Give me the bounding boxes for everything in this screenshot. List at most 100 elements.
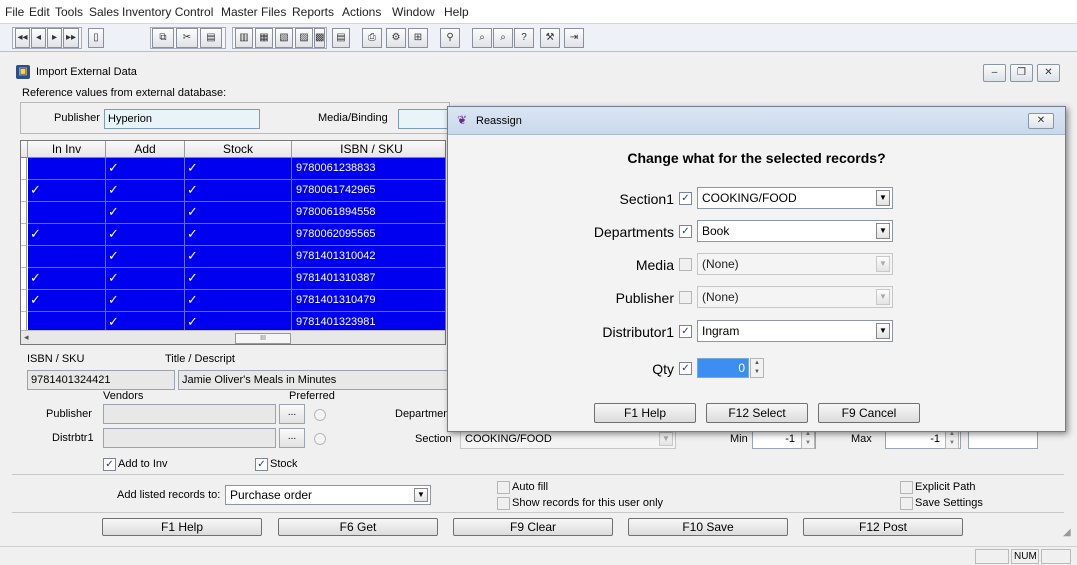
cell-isbn[interactable]: 9781401310387 <box>292 268 445 290</box>
report-view-icon[interactable]: ▨ <box>295 28 313 48</box>
cell-add[interactable]: ✓ <box>106 158 185 180</box>
table-row[interactable]: ✓ ✓ ✓ 9781401310479 <box>21 290 445 312</box>
qty-checkbox[interactable]: ✓ <box>679 362 692 375</box>
dialog-help-button[interactable]: F1 Help <box>594 403 696 423</box>
cell-in-inv[interactable]: ✓ <box>28 268 106 290</box>
distributor1-select[interactable]: Ingram ▼ <box>697 320 893 342</box>
cell-isbn[interactable]: 9780062095565 <box>292 224 445 246</box>
hierarchy-icon[interactable]: ⊞ <box>408 28 428 48</box>
vendor-publisher-browse-button[interactable]: ... <box>279 404 305 424</box>
cell-add[interactable]: ✓ <box>106 202 185 224</box>
cell-stock[interactable]: ✓ <box>185 224 292 246</box>
first-record-icon[interactable]: ◂◂ <box>15 28 30 48</box>
copy-icon[interactable]: ⧉ <box>152 28 174 48</box>
tools-icon[interactable]: ⚒ <box>540 28 560 48</box>
cell-isbn[interactable]: 9780061894558 <box>292 202 445 224</box>
section1-select[interactable]: COOKING/FOOD ▼ <box>697 187 893 209</box>
chevron-down-icon[interactable]: ▼ <box>876 190 890 206</box>
close-window-button[interactable]: ✕ <box>1037 64 1060 82</box>
dialog-close-button[interactable]: ✕ <box>1028 113 1054 129</box>
extra-field[interactable] <box>968 429 1038 449</box>
distributor-preferred-radio[interactable] <box>314 433 326 445</box>
departments-select[interactable]: Book ▼ <box>697 220 893 242</box>
menu-actions[interactable]: Actions <box>342 5 381 19</box>
save-settings-checkbox[interactable] <box>900 497 913 510</box>
prev-record-icon[interactable]: ◂ <box>31 28 46 48</box>
cell-in-inv[interactable]: ✓ <box>28 180 106 202</box>
add-listed-select[interactable]: Purchase order ▼ <box>225 485 431 505</box>
resize-grip-icon[interactable]: ◢ <box>1063 527 1071 538</box>
max-spinner[interactable]: ▲ ▼ <box>945 429 959 449</box>
row-selector[interactable] <box>21 202 27 224</box>
section1-checkbox[interactable]: ✓ <box>679 192 692 205</box>
row-selector[interactable] <box>21 158 27 180</box>
stock-checkbox[interactable]: ✓ <box>255 458 268 471</box>
cell-stock[interactable]: ✓ <box>185 246 292 268</box>
table-row[interactable]: ✓ ✓ ✓ 9781401310387 <box>21 268 445 290</box>
table-row[interactable]: ✓ ✓ 9781401310042 <box>21 246 445 268</box>
next-record-icon[interactable]: ▸ <box>47 28 62 48</box>
col-add[interactable]: Add <box>106 141 185 158</box>
cell-in-inv[interactable] <box>28 158 106 180</box>
section-dropdown-icon[interactable]: ▼ <box>659 432 673 446</box>
departments-checkbox[interactable]: ✓ <box>679 225 692 238</box>
row-selector[interactable] <box>21 268 27 290</box>
link-icon[interactable]: ⚲ <box>440 28 460 48</box>
menu-window[interactable]: Window <box>392 5 435 19</box>
table-view-icon[interactable]: ▥ <box>235 28 253 48</box>
menu-file[interactable]: File <box>5 5 24 19</box>
distributor1-checkbox[interactable]: ✓ <box>679 325 692 338</box>
cell-isbn[interactable]: 9780061238833 <box>292 158 445 180</box>
row-selector[interactable] <box>21 180 27 202</box>
row-selector[interactable] <box>21 224 27 246</box>
add-listed-dropdown-icon[interactable]: ▼ <box>414 488 428 502</box>
form-view-icon[interactable]: ▦ <box>255 28 273 48</box>
grid-hscrollbar[interactable]: ◂ III <box>21 330 445 344</box>
minimize-button[interactable]: – <box>983 64 1006 82</box>
vendor-publisher-preferred-radio[interactable] <box>314 409 326 421</box>
add-to-inv-checkbox[interactable]: ✓ <box>103 458 116 471</box>
footer-clear-button[interactable]: F9 Clear <box>453 518 613 536</box>
col-in-inv[interactable]: In Inv <box>28 141 106 158</box>
footer-get-button[interactable]: F6 Get <box>278 518 438 536</box>
cell-in-inv[interactable] <box>28 202 106 224</box>
cell-isbn[interactable]: 9781401310479 <box>292 290 445 312</box>
table-row[interactable]: ✓ ✓ ✓ 9780062095565 <box>21 224 445 246</box>
scroll-left-icon[interactable]: ◂ <box>24 332 29 343</box>
row-selector[interactable] <box>21 290 27 312</box>
distributor-browse-button[interactable]: ... <box>279 428 305 448</box>
help-icon[interactable]: ? <box>514 28 534 48</box>
records-grid[interactable]: In Inv Add Stock ISBN / SKU ✓ ✓ 9780061238… <box>20 140 446 345</box>
show-records-checkbox[interactable] <box>497 497 510 510</box>
scroll-thumb[interactable]: III <box>235 333 291 344</box>
cell-add[interactable]: ✓ <box>106 290 185 312</box>
menu-inventory-control[interactable]: Inventory Control <box>122 5 213 19</box>
exit-icon[interactable]: ⇥ <box>564 28 584 48</box>
chevron-down-icon[interactable]: ▼ <box>876 223 890 239</box>
new-document-icon[interactable]: ▯ <box>88 28 104 48</box>
cell-stock[interactable]: ✓ <box>185 180 292 202</box>
restore-button[interactable]: ❐ <box>1010 64 1033 82</box>
media-select[interactable]: (None) ▼ <box>697 253 893 275</box>
section-select[interactable]: COOKING/FOOD ▼ <box>460 429 676 449</box>
menu-sales[interactable]: Sales <box>89 5 119 19</box>
cell-add[interactable]: ✓ <box>106 180 185 202</box>
chevron-down-icon[interactable]: ▼ <box>876 256 890 272</box>
binoculars-icon[interactable]: ⌕ <box>472 28 492 48</box>
auto-fill-checkbox[interactable] <box>497 481 510 494</box>
footer-save-button[interactable]: F10 Save <box>628 518 788 536</box>
row-selector[interactable] <box>21 246 27 268</box>
table-row[interactable]: ✓ ✓ ✓ 9780061742965 <box>21 180 445 202</box>
print-icon[interactable]: ⎙ <box>362 28 382 48</box>
menu-reports[interactable]: Reports <box>292 5 334 19</box>
publisher-checkbox[interactable] <box>679 291 692 304</box>
menu-master-files[interactable]: Master Files <box>221 5 286 19</box>
notes-icon[interactable]: ▤ <box>332 28 350 48</box>
qty-spinner[interactable]: ▲ ▼ <box>750 358 764 378</box>
publisher-select[interactable]: (None) ▼ <box>697 286 893 308</box>
cell-add[interactable]: ✓ <box>106 268 185 290</box>
cell-stock[interactable]: ✓ <box>185 202 292 224</box>
list-view-icon[interactable]: ▩ <box>314 28 325 48</box>
col-stock[interactable]: Stock <box>185 141 292 158</box>
dialog-cancel-button[interactable]: F9 Cancel <box>818 403 920 423</box>
